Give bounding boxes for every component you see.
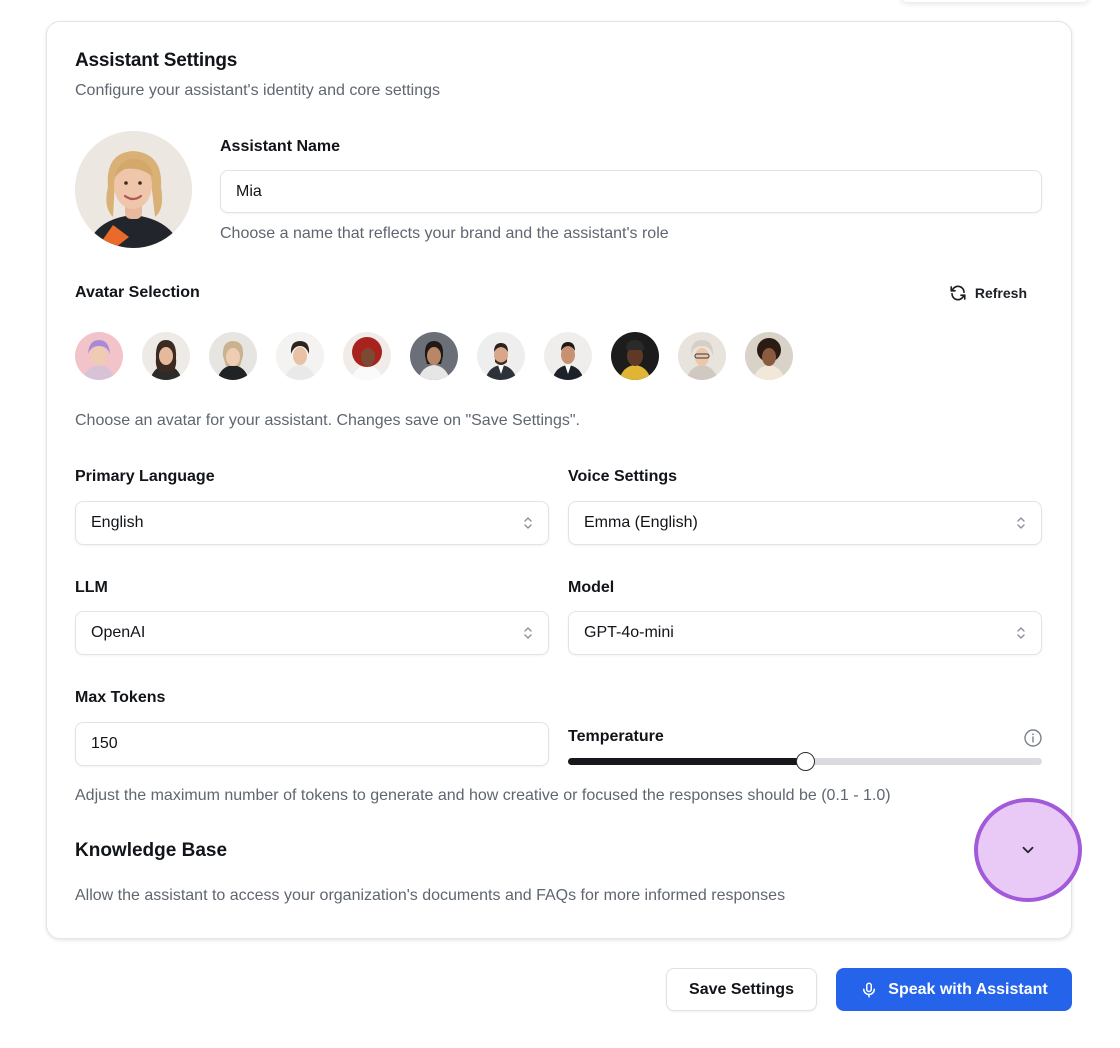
avatar-option-4[interactable]: [276, 332, 324, 380]
microphone-icon: [863, 982, 876, 997]
voice-settings-label: Voice Settings: [568, 468, 678, 485]
chevron-up-down-icon: [524, 627, 532, 639]
temperature-slider-thumb[interactable]: [796, 752, 815, 771]
max-tokens-input[interactable]: [91, 735, 533, 753]
avatar-option-11[interactable]: [745, 332, 793, 380]
assistant-name-label: Assistant Name: [220, 138, 341, 155]
avatar-options: [75, 332, 793, 380]
assistant-settings-card: Assistant Settings Configure your assist…: [46, 21, 1082, 939]
speak-with-assistant-button[interactable]: Speak with Assistant: [836, 968, 1072, 1011]
save-settings-label: Save Settings: [689, 980, 794, 998]
assistant-name-field[interactable]: [220, 170, 1042, 213]
primary-language-select[interactable]: English: [75, 501, 549, 545]
voice-settings-select[interactable]: Emma (English): [568, 501, 1042, 545]
avatar-option-3[interactable]: [209, 332, 257, 380]
temperature-label: Temperature: [568, 728, 664, 745]
chevron-up-down-icon: [1017, 627, 1025, 639]
primary-language-label: Primary Language: [75, 468, 215, 485]
temperature-slider-fill: [568, 758, 805, 765]
llm-label: LLM: [75, 579, 108, 596]
assistant-name-input[interactable]: [236, 182, 1026, 201]
max-tokens-label: Max Tokens: [75, 689, 166, 706]
model-value: GPT-4o-mini: [584, 624, 674, 641]
model-label: Model: [568, 579, 615, 596]
knowledge-base-description: Allow the assistant to access your organ…: [75, 887, 786, 904]
card-title: Assistant Settings: [75, 50, 238, 71]
chevron-down-icon: [1022, 846, 1034, 854]
avatar-option-9[interactable]: [611, 332, 659, 380]
model-select[interactable]: GPT-4o-mini: [568, 611, 1042, 655]
llm-value: OpenAI: [91, 624, 146, 641]
avatar-option-1[interactable]: [75, 332, 123, 380]
avatar-selection-hint: Choose an avatar for your assistant. Cha…: [75, 412, 580, 429]
max-tokens-field[interactable]: [75, 722, 549, 766]
chevron-up-down-icon: [524, 517, 532, 529]
primary-language-value: English: [91, 514, 144, 531]
tokens-temperature-hint: Adjust the maximum number of tokens to g…: [75, 787, 891, 804]
voice-settings-value: Emma (English): [584, 514, 698, 531]
knowledge-base-title: Knowledge Base: [75, 840, 228, 861]
avatar-option-7[interactable]: [477, 332, 525, 380]
chevron-up-down-icon: [1017, 517, 1025, 529]
refresh-avatars-button[interactable]: Refresh: [949, 284, 1027, 302]
temperature-slider[interactable]: [568, 752, 1042, 771]
avatar-selection-label: Avatar Selection: [75, 284, 200, 301]
avatar-option-8[interactable]: [544, 332, 592, 380]
avatar-option-2[interactable]: [142, 332, 190, 380]
speak-with-assistant-label: Speak with Assistant: [888, 980, 1048, 998]
save-settings-button[interactable]: Save Settings: [666, 968, 817, 1011]
avatar-option-6[interactable]: [410, 332, 458, 380]
avatar-option-5[interactable]: [343, 332, 391, 380]
info-icon[interactable]: [1023, 728, 1043, 748]
avatar-option-10[interactable]: [678, 332, 726, 380]
refresh-icon: [950, 285, 966, 301]
selected-avatar-image: [75, 131, 192, 248]
assistant-name-hint: Choose a name that reflects your brand a…: [220, 225, 669, 242]
top-edge-shadow: [900, 0, 1090, 2]
llm-select[interactable]: OpenAI: [75, 611, 549, 655]
refresh-label: Refresh: [974, 285, 1027, 301]
card-subtitle: Configure your assistant's identity and …: [75, 82, 441, 99]
knowledge-base-expand-button[interactable]: [974, 798, 1082, 902]
